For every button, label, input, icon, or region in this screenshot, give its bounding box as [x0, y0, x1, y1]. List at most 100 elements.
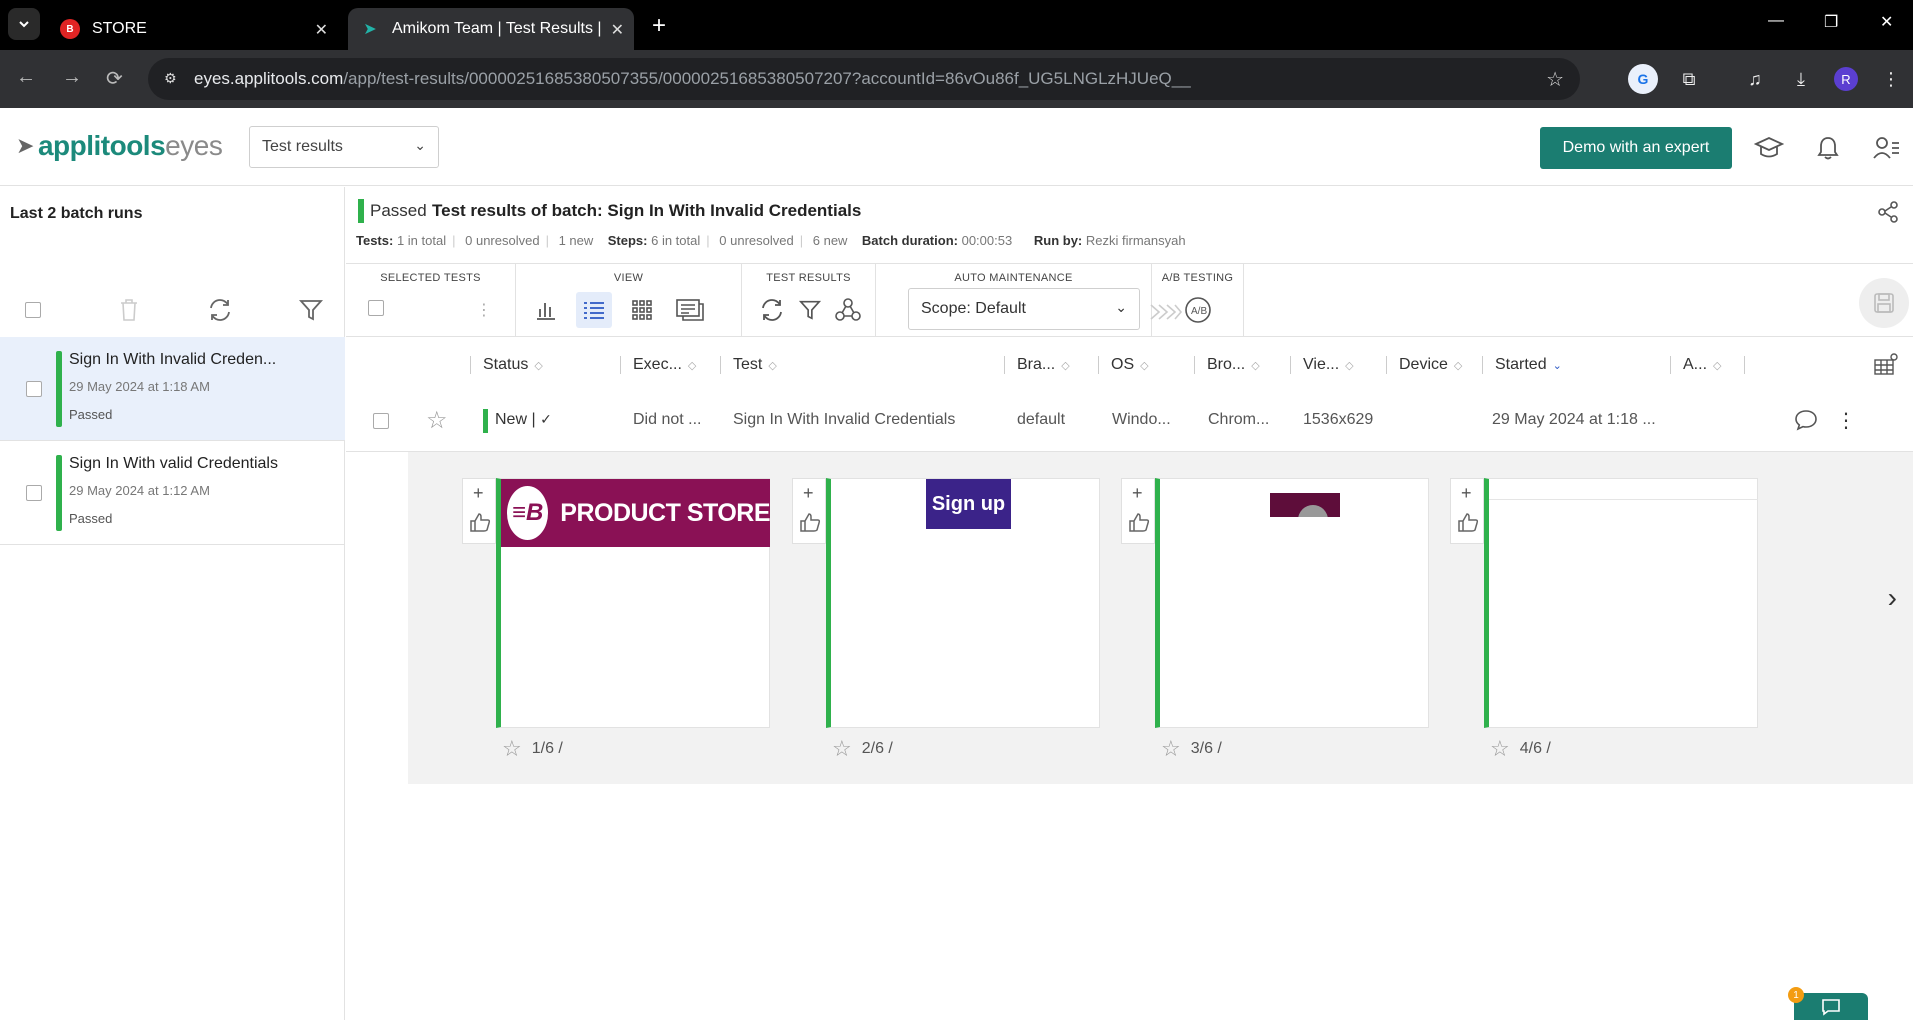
page-select[interactable]: Test results ⌄ — [249, 126, 439, 168]
list-view-icon[interactable] — [576, 292, 612, 328]
tab-applitools[interactable]: ➤ Amikom Team | Test Results | Ap ✕ — [348, 8, 634, 50]
filter-icon[interactable] — [298, 297, 326, 325]
batch-item[interactable]: Sign In With Invalid Creden... 29 May 20… — [0, 337, 345, 441]
url-field[interactable]: ⚙ eyes.applitools.com/app/test-results/0… — [148, 58, 1580, 100]
column-header-os[interactable]: OS ◇ — [1098, 356, 1149, 374]
reload-icon[interactable]: ⟳ — [106, 66, 123, 91]
logo-text-eyes: eyes — [165, 130, 223, 161]
step-preview[interactable]: ≡B PRODUCT STORE — [496, 478, 770, 728]
star-icon[interactable]: ☆ — [832, 736, 852, 762]
column-header-browser[interactable]: Bro... ◇ — [1194, 356, 1260, 374]
star-icon[interactable]: ☆ — [502, 736, 522, 762]
browser-menu-icon[interactable]: ⋮ — [1876, 64, 1906, 94]
add-region-icon[interactable]: + — [1132, 483, 1143, 504]
step-preview[interactable] — [1155, 478, 1429, 728]
batch-checkbox[interactable] — [26, 381, 42, 397]
chat-widget-button[interactable] — [1794, 993, 1868, 1020]
minimize-icon[interactable]: — — [1768, 12, 1784, 30]
star-icon[interactable]: ☆ — [426, 406, 448, 435]
test-results-label: TEST RESULTS — [766, 272, 851, 284]
column-header-status[interactable]: Status ◇ — [470, 356, 543, 374]
thumbs-up-icon[interactable] — [1128, 511, 1150, 533]
column-header-branch[interactable]: Bra... ◇ — [1004, 356, 1070, 374]
column-header-execution[interactable]: Exec... ◇ — [620, 356, 696, 374]
thumbs-up-icon[interactable] — [469, 511, 491, 533]
logo-text: applitools — [37, 130, 166, 161]
batch-item[interactable]: Sign In With valid Credentials 29 May 20… — [0, 441, 345, 545]
scope-select[interactable]: Scope: Default ⌄ — [908, 288, 1140, 330]
sort-icon: ◇ — [1453, 360, 1463, 372]
row-test-name[interactable]: Sign In With Invalid Credentials — [733, 411, 955, 429]
column-label: Test — [733, 356, 763, 373]
group-by-icon[interactable] — [830, 292, 866, 328]
column-header-test[interactable]: Test ◇ — [720, 356, 777, 374]
select-all-checkbox[interactable] — [25, 302, 41, 318]
column-header-viewport[interactable]: Vie... ◇ — [1290, 356, 1354, 374]
bell-icon[interactable] — [1812, 132, 1844, 164]
batch-checkbox[interactable] — [26, 485, 42, 501]
add-region-icon[interactable]: + — [803, 483, 814, 504]
add-region-icon[interactable]: + — [1461, 483, 1472, 504]
filter-icon[interactable] — [792, 292, 828, 328]
tab-store[interactable]: B STORE ✕ — [48, 8, 338, 50]
translate-extension-icon[interactable]: G — [1628, 64, 1658, 94]
sort-icon: ◇ — [768, 360, 777, 372]
step-thumbnail[interactable]: + ≡B PRODUCT STORE ☆ 1/6 / — [462, 478, 792, 761]
step-thumbnail[interactable]: + Sign up ☆ 2/6 / — [792, 478, 1122, 761]
extensions-puzzle-icon[interactable]: ⧉ — [1674, 64, 1704, 94]
share-icon[interactable] — [1877, 201, 1899, 223]
grid-view-icon[interactable] — [624, 292, 660, 328]
applitools-favicon-icon: ➤ — [363, 21, 377, 38]
bar-chart-icon[interactable] — [528, 292, 564, 328]
bookmark-star-icon[interactable]: ☆ — [1546, 67, 1564, 92]
close-icon[interactable]: ✕ — [611, 20, 624, 40]
more-vertical-icon[interactable]: ⋮ — [466, 292, 502, 328]
restore-icon[interactable]: ❐ — [1824, 12, 1838, 32]
close-icon[interactable]: ✕ — [315, 20, 328, 40]
select-tests-checkbox[interactable] — [368, 300, 384, 316]
window-close-icon[interactable]: ✕ — [1880, 12, 1893, 32]
user-menu-icon[interactable] — [1870, 132, 1902, 164]
profile-avatar[interactable]: R — [1834, 67, 1858, 91]
forward-icon[interactable]: → — [62, 66, 82, 89]
step-preview[interactable] — [1484, 478, 1758, 728]
batch-status: Passed — [69, 511, 113, 526]
thumbs-up-icon[interactable] — [1457, 511, 1479, 533]
steps-label: Steps: — [607, 233, 648, 248]
download-icon[interactable]: ⤓ — [1786, 64, 1816, 94]
row-status[interactable]: New | ✓ — [495, 411, 552, 429]
thumbs-up-icon[interactable] — [799, 511, 821, 533]
details-view-icon[interactable] — [672, 292, 708, 328]
new-tab-button[interactable]: + — [652, 12, 666, 40]
column-header-device[interactable]: Device ◇ — [1386, 356, 1462, 374]
view-label: VIEW — [613, 272, 644, 284]
column-header-started[interactable]: Started ⌄ — [1482, 356, 1562, 374]
ab-testing-icon[interactable]: A/B — [1180, 292, 1216, 328]
row-started: 29 May 2024 at 1:18 ... — [1492, 411, 1656, 428]
refresh-icon[interactable] — [754, 292, 790, 328]
academy-icon[interactable] — [1753, 132, 1785, 164]
comment-icon[interactable] — [1794, 408, 1818, 437]
step-thumbnail[interactable]: + ☆ 4/6 / — [1450, 478, 1780, 761]
step-thumbnail[interactable]: + ☆ 3/6 / — [1121, 478, 1451, 761]
row-checkbox[interactable] — [373, 413, 389, 429]
column-settings-icon[interactable] — [1873, 352, 1899, 378]
tab-search-button[interactable] — [8, 8, 40, 40]
chevron-right-icon[interactable]: › — [1888, 582, 1897, 614]
back-icon[interactable]: ← — [16, 66, 36, 89]
add-region-icon[interactable]: + — [473, 483, 484, 504]
star-icon[interactable]: ☆ — [1161, 736, 1181, 762]
runby-value: Rezki firmansyah — [1085, 233, 1186, 248]
demo-with-expert-button[interactable]: Demo with an expert — [1540, 127, 1732, 169]
media-control-icon[interactable]: ♫ — [1740, 64, 1770, 94]
sort-icon: ◇ — [1251, 360, 1260, 372]
step-actions: + — [1450, 478, 1484, 544]
table-row[interactable]: ☆ New | ✓ Did not ... Sign In With Inval… — [346, 390, 1913, 452]
refresh-icon[interactable] — [207, 297, 235, 325]
column-header-accessibility[interactable]: A... ◇ — [1670, 356, 1721, 374]
row-menu-icon[interactable]: ⋮ — [1836, 408, 1856, 433]
applitools-logo[interactable]: ➤ applitools eyes — [16, 130, 223, 162]
star-icon[interactable]: ☆ — [1490, 736, 1510, 762]
site-info-icon[interactable]: ⚙ — [164, 70, 182, 88]
step-preview[interactable]: Sign up — [826, 478, 1100, 728]
